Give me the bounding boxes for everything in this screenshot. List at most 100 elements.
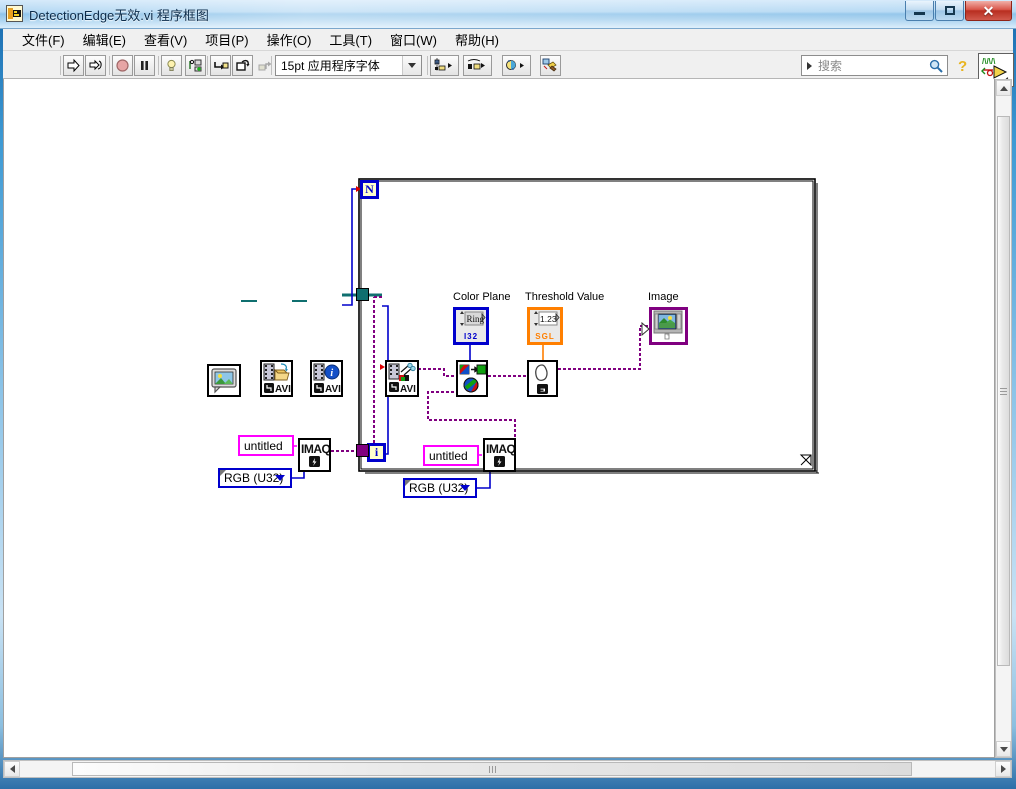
image-type-control-2[interactable]: RGB (U32) bbox=[403, 478, 477, 498]
highlight-execution-button[interactable] bbox=[161, 55, 182, 76]
svg-text:AVI: AVI bbox=[275, 384, 291, 395]
image-name-control-1[interactable]: untitled bbox=[238, 435, 294, 456]
maximize-button[interactable] bbox=[935, 1, 964, 21]
scroll-left-button[interactable] bbox=[4, 761, 20, 777]
step-over-icon bbox=[235, 59, 249, 71]
svg-text:1.23: 1.23 bbox=[540, 314, 557, 324]
align-objects-button[interactable] bbox=[430, 55, 459, 76]
loop-iteration-terminal[interactable]: i bbox=[367, 443, 386, 462]
color-plane-datatype: I32 bbox=[461, 332, 481, 341]
imaq-avi2-read-frame-node[interactable]: AVI bbox=[385, 360, 419, 397]
font-selector[interactable]: 15pt 应用程序字体 bbox=[275, 55, 422, 76]
labview-block-diagram-window: DetectionEdge无效.vi 程序框图 ✕ 文件(F) 编辑(E) 查看… bbox=[0, 0, 1016, 789]
imaq-create-node-2[interactable]: IMAQ bbox=[483, 438, 516, 472]
threshold-datatype: SGL bbox=[533, 332, 557, 341]
block-diagram-canvas[interactable]: N i AVI i AVI AVI Color Plane Ring I32 T… bbox=[3, 79, 995, 758]
pause-button[interactable] bbox=[134, 55, 155, 76]
highlight-execution-bulb-icon bbox=[167, 59, 176, 72]
menu-edit[interactable]: 编辑(E) bbox=[74, 28, 135, 51]
loop-count-terminal[interactable]: N bbox=[360, 180, 379, 199]
font-dropdown-arrow[interactable] bbox=[402, 56, 421, 75]
loop-iteration-label: i bbox=[374, 445, 379, 459]
clean-up-diagram-button[interactable] bbox=[540, 55, 561, 76]
svg-text:i: i bbox=[330, 368, 333, 379]
search-scope-arrow[interactable] bbox=[807, 61, 812, 70]
menu-operate[interactable]: 操作(O) bbox=[258, 28, 321, 51]
imaq-win-draw-node[interactable] bbox=[207, 364, 241, 397]
scroll-down-button[interactable] bbox=[996, 741, 1011, 757]
vertical-scroll-thumb[interactable] bbox=[997, 116, 1010, 666]
run-button[interactable] bbox=[63, 55, 84, 76]
imaq-threshold-node[interactable] bbox=[527, 360, 558, 397]
labview-vi-icon bbox=[6, 5, 23, 22]
loop-tunnel-image[interactable] bbox=[356, 444, 369, 457]
avi-get-info-icon: i AVI bbox=[313, 363, 341, 395]
search-input[interactable]: 搜索 bbox=[801, 55, 948, 76]
enum-corner-2 bbox=[405, 480, 411, 486]
minimize-button[interactable] bbox=[905, 1, 934, 21]
imaq-create-node-1[interactable]: IMAQ bbox=[298, 438, 331, 472]
context-help-question-icon: ? bbox=[958, 58, 967, 75]
close-button[interactable]: ✕ bbox=[965, 1, 1012, 21]
pause-icon bbox=[141, 61, 148, 70]
magnifier-icon[interactable] bbox=[929, 59, 943, 73]
menu-file[interactable]: 文件(F) bbox=[13, 28, 74, 51]
image-type-control-1[interactable]: RGB (U32) bbox=[218, 468, 292, 488]
abort-execution-icon bbox=[116, 59, 129, 72]
abort-execution-button[interactable] bbox=[112, 55, 133, 76]
close-icon: ✕ bbox=[982, 2, 995, 19]
image-name-value-1: untitled bbox=[244, 438, 283, 453]
run-arrow-icon bbox=[67, 58, 80, 73]
horizontal-scrollbar[interactable] bbox=[3, 760, 1012, 778]
enum-dropdown-arrow-2[interactable] bbox=[460, 485, 470, 491]
wire-layer bbox=[241, 178, 819, 489]
threshold-value-control[interactable]: 1.23 SGL bbox=[527, 307, 563, 345]
threshold-value-label: Threshold Value bbox=[525, 291, 605, 303]
svg-text:AVI: AVI bbox=[325, 384, 341, 395]
svg-text:IMAQ: IMAQ bbox=[301, 442, 329, 456]
scroll-up-button[interactable] bbox=[996, 80, 1011, 96]
menu-bar: 文件(F) 编辑(E) 查看(V) 项目(P) 操作(O) 工具(T) 窗口(W… bbox=[3, 29, 1013, 51]
menu-help[interactable]: 帮助(H) bbox=[446, 28, 508, 51]
image-indicator[interactable] bbox=[641, 307, 688, 345]
menu-window[interactable]: 窗口(W) bbox=[381, 28, 446, 51]
imaq-create-icon-2: IMAQ bbox=[486, 442, 516, 467]
distribute-objects-button[interactable] bbox=[463, 55, 492, 76]
imaq-avi2-open-node[interactable]: AVI bbox=[260, 360, 293, 397]
run-continuously-button[interactable] bbox=[85, 55, 106, 76]
clean-up-diagram-icon bbox=[542, 58, 557, 72]
font-value: 15pt 应用程序字体 bbox=[281, 59, 380, 73]
reorder-button[interactable] bbox=[502, 55, 531, 76]
avi-read-frame-icon: AVI bbox=[388, 362, 416, 395]
loop-tunnel-refnum[interactable] bbox=[356, 288, 369, 301]
step-over-button[interactable] bbox=[232, 55, 253, 76]
retain-wire-values-button[interactable] bbox=[185, 55, 206, 76]
window-controls: ✕ bbox=[905, 1, 1012, 21]
threshold-icon bbox=[535, 364, 548, 394]
toolbar: 15pt 应用程序字体 搜索 ? /\/\/\ bbox=[3, 51, 1014, 87]
horizontal-scroll-thumb[interactable] bbox=[72, 762, 912, 776]
image-display-icon bbox=[653, 310, 683, 340]
step-into-icon bbox=[213, 62, 228, 70]
menu-tools[interactable]: 工具(T) bbox=[320, 28, 381, 51]
menu-project[interactable]: 项目(P) bbox=[196, 28, 257, 51]
search-placeholder: 搜索 bbox=[818, 59, 843, 73]
imaq-avi2-get-info-node[interactable]: i AVI bbox=[310, 360, 343, 397]
step-into-button[interactable] bbox=[210, 55, 231, 76]
enum-dropdown-arrow-1[interactable] bbox=[275, 475, 285, 481]
imaq-create-icon-1: IMAQ bbox=[301, 442, 331, 467]
retain-wire-values-icon bbox=[188, 59, 201, 72]
reorder-icon bbox=[505, 60, 524, 70]
color-plane-ring-control[interactable]: Ring I32 bbox=[453, 307, 489, 345]
menu-view[interactable]: 查看(V) bbox=[135, 28, 196, 51]
context-help-button[interactable]: ? bbox=[953, 55, 973, 76]
scroll-right-button[interactable] bbox=[995, 761, 1011, 777]
imaq-extract-single-color-plane-node[interactable] bbox=[456, 360, 488, 397]
loop-count-label: N bbox=[365, 182, 374, 196]
image-name-control-2[interactable]: untitled bbox=[423, 445, 479, 466]
extract-color-plane-icon bbox=[459, 364, 487, 393]
image-name-value-2: untitled bbox=[429, 448, 468, 463]
avi-open-icon: AVI bbox=[263, 363, 291, 395]
vertical-scrollbar[interactable] bbox=[995, 79, 1012, 758]
image-indicator-label: Image bbox=[648, 291, 679, 303]
